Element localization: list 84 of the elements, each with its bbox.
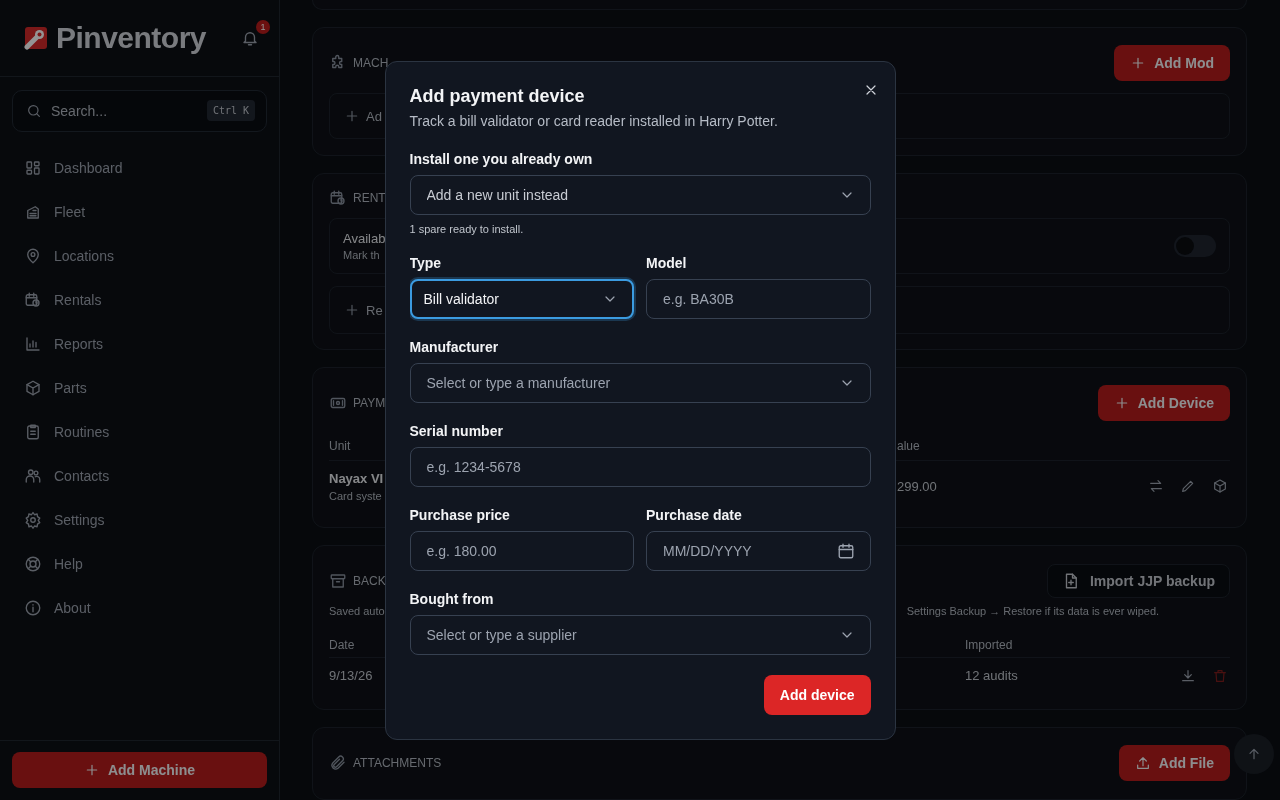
backup-note: Settings Backup → Restore if its data is ever wiped. xyxy=(906,605,1160,617)
availability-description: Mark th xyxy=(343,249,381,261)
calendar-clock-icon xyxy=(24,291,42,309)
nav-item[interactable]: Rentals xyxy=(12,278,267,322)
bar-chart-icon xyxy=(24,335,42,353)
map-pin-icon xyxy=(24,247,42,265)
nav-item[interactable]: Dashboard xyxy=(12,146,267,190)
section-title: MACH xyxy=(353,56,389,70)
select-field[interactable]: Add a new unit instead xyxy=(409,174,871,215)
select-field[interactable]: Select or type a manufacturer xyxy=(409,362,871,403)
add-button[interactable]: Add Device xyxy=(1097,385,1230,421)
table-cell: 12 audits xyxy=(965,668,1018,683)
field-help: 1 spare ready to install. xyxy=(409,222,525,235)
field-label: Serial number xyxy=(409,422,504,439)
date-field[interactable]: MM/DD/YYYY xyxy=(646,530,871,571)
add-button[interactable]: Add Mod xyxy=(1114,45,1230,81)
select-field[interactable]: Select or type a supplier xyxy=(409,614,871,655)
field-label: Type xyxy=(409,254,443,271)
people-icon xyxy=(24,467,42,485)
nav-item[interactable]: About xyxy=(12,586,267,630)
scroll-to-top-button[interactable] xyxy=(1234,734,1274,774)
section-title: ATTACHMENTS xyxy=(353,756,442,770)
upload-icon xyxy=(1134,755,1151,771)
calendar-clock-icon xyxy=(329,189,347,207)
section-title: PAYM xyxy=(353,396,386,410)
field-label: Manufacturer xyxy=(409,338,500,355)
nav-item[interactable]: Locations xyxy=(12,234,267,278)
machine-icon xyxy=(24,203,42,221)
download-icon[interactable] xyxy=(1180,667,1196,684)
input-field[interactable]: e.g. 180.00 xyxy=(409,530,634,571)
logo-icon xyxy=(24,26,48,50)
field-label: Purchase price xyxy=(409,506,511,523)
keyboard-shortcut: Ctrl K xyxy=(206,100,255,121)
field-label: Purchase date xyxy=(646,506,743,523)
arrow-up-icon xyxy=(1246,746,1262,762)
box-icon xyxy=(24,379,42,397)
nav-item[interactable]: Help xyxy=(12,542,267,586)
bell-icon xyxy=(241,29,259,47)
dialog-title: Add payment device xyxy=(409,85,586,107)
availability-title: Availab xyxy=(343,231,386,246)
info-icon xyxy=(24,599,42,617)
swap-arrows-icon[interactable] xyxy=(1148,478,1164,494)
table-cell: 299.00 xyxy=(897,478,937,494)
search-icon xyxy=(26,103,42,119)
column-header: alue xyxy=(897,438,920,453)
app-name: Pinventory xyxy=(56,21,207,55)
archive-icon xyxy=(329,572,347,590)
add-machine-button[interactable]: Add Machine xyxy=(12,752,267,788)
box-icon[interactable] xyxy=(1212,478,1228,494)
import-backup-button[interactable]: Import JJP backup xyxy=(1047,564,1230,598)
nav-item[interactable]: Contacts xyxy=(12,454,267,498)
add-device-button[interactable]: Add device xyxy=(763,674,871,715)
field-label: Bought from xyxy=(409,590,495,607)
field-label: Install one you already own xyxy=(409,150,594,167)
select-field[interactable]: Bill validator xyxy=(409,278,634,319)
plus-icon xyxy=(344,108,360,124)
nav-item[interactable]: Reports xyxy=(12,322,267,366)
field-label: Model xyxy=(646,254,688,271)
dialog-subtitle: Track a bill validator or card reader installed in Harry Potter. xyxy=(409,112,779,129)
pencil-icon[interactable] xyxy=(1180,478,1196,494)
calendar-icon xyxy=(836,541,855,560)
nav-item[interactable]: Parts xyxy=(12,366,267,410)
input-field[interactable]: e.g. 1234-5678 xyxy=(409,446,871,487)
grid-icon xyxy=(24,159,42,177)
plus-icon xyxy=(344,302,360,318)
add-button[interactable]: Add File xyxy=(1118,745,1230,781)
section-title: BACK xyxy=(353,574,386,588)
section-title: RENT xyxy=(353,191,386,205)
paperclip-icon xyxy=(329,754,347,772)
backup-note: Saved auto xyxy=(329,605,385,617)
table-cell: 9/13/26 xyxy=(329,668,373,683)
notification-count: 1 xyxy=(256,20,270,34)
nav-item[interactable]: Settings xyxy=(12,498,267,542)
nav-item[interactable]: Fleet xyxy=(12,190,267,234)
column-header: Date xyxy=(329,638,355,652)
column-header: Unit xyxy=(329,438,351,453)
settings-icon xyxy=(24,511,42,529)
lifebuoy-icon xyxy=(24,555,42,573)
table-cell: Nayax VI xyxy=(329,470,384,486)
clipboard-icon xyxy=(24,423,42,441)
nav-item[interactable]: Routines xyxy=(12,410,267,454)
input-field[interactable]: e.g. BA30B xyxy=(646,278,871,319)
column-header: Imported xyxy=(965,638,1013,652)
table-cell-text: Card syste xyxy=(329,489,383,502)
